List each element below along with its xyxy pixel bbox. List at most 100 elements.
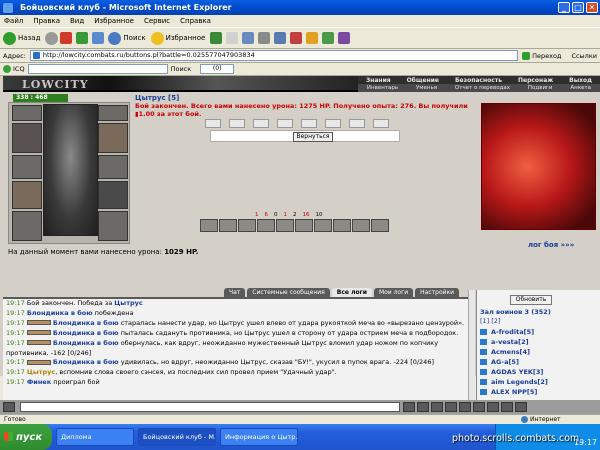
nav-transfers[interactable]: Отчет о переводах: [455, 85, 510, 91]
chat-scrollbar[interactable]: [468, 290, 475, 400]
status-bar: Готово Интернет: [0, 414, 600, 424]
start-button[interactable]: пуск: [0, 424, 52, 450]
battle-slot: [229, 119, 245, 128]
task-info[interactable]: Информация о Цытр...: [220, 428, 298, 446]
chat-menu-icon[interactable]: [3, 402, 15, 412]
knife-icon[interactable]: [219, 219, 237, 232]
nav-inventory[interactable]: Инвентарь: [367, 85, 398, 91]
icq-search-input[interactable]: [27, 64, 168, 74]
translit-icon[interactable]: [459, 402, 471, 412]
chat-input-bar: [0, 400, 600, 414]
battle-slot: [205, 119, 221, 128]
addon2-icon[interactable]: [338, 32, 351, 44]
task-fight-club[interactable]: Бойцовский клуб - M...: [138, 428, 216, 446]
slot-helmet[interactable]: [12, 105, 42, 121]
chat-line: 19:17 Блондинка в бою старалась нанести …: [6, 318, 465, 327]
slot-gloves[interactable]: [12, 211, 42, 241]
block-icon[interactable]: [295, 219, 313, 232]
task-diploma[interactable]: Диплома: [56, 428, 134, 446]
user-item[interactable]: A-frodita[5]: [480, 328, 534, 336]
icq-label[interactable]: ICQ: [13, 65, 25, 73]
menu-edit[interactable]: Правка: [33, 17, 60, 25]
home-icon[interactable]: [92, 32, 105, 44]
back-button[interactable]: Назад: [3, 31, 40, 45]
clear-icon[interactable]: [417, 402, 429, 412]
nav-achievements[interactable]: Подвиги: [528, 85, 553, 91]
fight-icon[interactable]: [473, 402, 485, 412]
icq-search-button[interactable]: Поиск: [171, 65, 192, 73]
inventory-icon[interactable]: [501, 402, 513, 412]
return-button[interactable]: Вернуться: [293, 132, 333, 142]
strike-icon[interactable]: [276, 219, 294, 232]
menu-file[interactable]: Файл: [4, 17, 23, 25]
slot-earrings[interactable]: [98, 105, 128, 121]
research-icon[interactable]: [306, 32, 319, 44]
nav-character[interactable]: Персонаж: [518, 77, 553, 84]
user-item[interactable]: AG-a[5]: [480, 358, 519, 366]
counter-icon[interactable]: [352, 219, 370, 232]
media-icon[interactable]: [210, 32, 223, 44]
mail-icon[interactable]: [242, 32, 255, 44]
search-button[interactable]: Поиск: [108, 31, 146, 45]
user-item[interactable]: Acmens[4]: [480, 348, 530, 356]
player-name[interactable]: Цытрус [5]: [135, 94, 480, 102]
go-button[interactable]: Переход: [532, 52, 561, 60]
battle-log-link[interactable]: лог боя »»»: [528, 241, 574, 249]
nav-security[interactable]: Безопасность: [455, 77, 502, 84]
history-icon[interactable]: [226, 32, 239, 44]
menu-help[interactable]: Справка: [180, 17, 211, 25]
minimize-icon[interactable]: _: [558, 2, 570, 13]
nav-skills[interactable]: Уменья: [416, 85, 437, 91]
shield-icon[interactable]: [257, 219, 275, 232]
icq-counter: (0): [200, 64, 235, 74]
dodge-icon[interactable]: [314, 219, 332, 232]
menu-favorites[interactable]: Избранное: [94, 17, 134, 25]
print-icon[interactable]: [258, 32, 271, 44]
nav-knowledge[interactable]: Знания: [366, 77, 391, 84]
map-icon[interactable]: [487, 402, 499, 412]
filter-icon[interactable]: [445, 402, 457, 412]
hit-icon[interactable]: [371, 219, 389, 232]
stop-icon[interactable]: [60, 32, 73, 44]
staff-icon[interactable]: [238, 219, 256, 232]
menu-tools[interactable]: Сервис: [144, 17, 170, 25]
slot-armor[interactable]: [12, 155, 42, 179]
maximize-icon[interactable]: □: [572, 2, 584, 13]
slot-rings[interactable]: [98, 155, 128, 179]
forward-arrow-icon[interactable]: [45, 31, 59, 45]
favorites-button[interactable]: Избранное: [150, 31, 205, 45]
address-input[interactable]: http://lowcity.combats.ru/buttons.pl?bat…: [29, 50, 519, 61]
links-label[interactable]: Ссылки: [571, 52, 597, 60]
game-nav-bottom: Инвентарь Уменья Отчет о переводах Подви…: [358, 84, 600, 92]
slot-boots[interactable]: [98, 211, 128, 241]
slot-leggings[interactable]: [98, 181, 128, 209]
smile-icon[interactable]: [431, 402, 443, 412]
send-icon[interactable]: [403, 402, 415, 412]
nav-communication[interactable]: Общение: [407, 77, 439, 84]
go-arrow-icon[interactable]: [522, 51, 531, 60]
crit-icon[interactable]: [333, 219, 351, 232]
menu-view[interactable]: Вид: [70, 17, 84, 25]
edit-icon[interactable]: [274, 32, 287, 44]
clock-icon: [515, 402, 527, 412]
user-item[interactable]: AGDAS YEK[3]: [480, 368, 543, 376]
slot-weapon[interactable]: [12, 123, 42, 153]
user-item[interactable]: ALEX NPP[5]: [480, 388, 537, 396]
refresh-icon[interactable]: [76, 32, 89, 44]
user-item[interactable]: aim Legends[2]: [480, 378, 548, 386]
nav-exit[interactable]: Выход: [569, 77, 592, 84]
sword-icon[interactable]: [200, 219, 218, 232]
back-arrow-icon: [3, 31, 16, 45]
chat-line: 19:17 Блондинка в бою удивилась, но вдру…: [6, 358, 434, 367]
addon-icon[interactable]: [322, 32, 335, 44]
chat-input[interactable]: [20, 402, 400, 412]
slot-shield[interactable]: [98, 123, 128, 153]
stat-value: 1: [255, 212, 259, 218]
messenger-icon[interactable]: [290, 32, 303, 44]
refresh-button[interactable]: Обновить: [510, 295, 552, 305]
nav-profile[interactable]: Анкета: [570, 85, 591, 91]
close-icon[interactable]: ✕: [586, 2, 598, 13]
slot-belt[interactable]: [12, 181, 42, 209]
room-pages[interactable]: [1] [2]: [480, 317, 500, 325]
user-item[interactable]: a-vesta[2]: [480, 338, 529, 346]
